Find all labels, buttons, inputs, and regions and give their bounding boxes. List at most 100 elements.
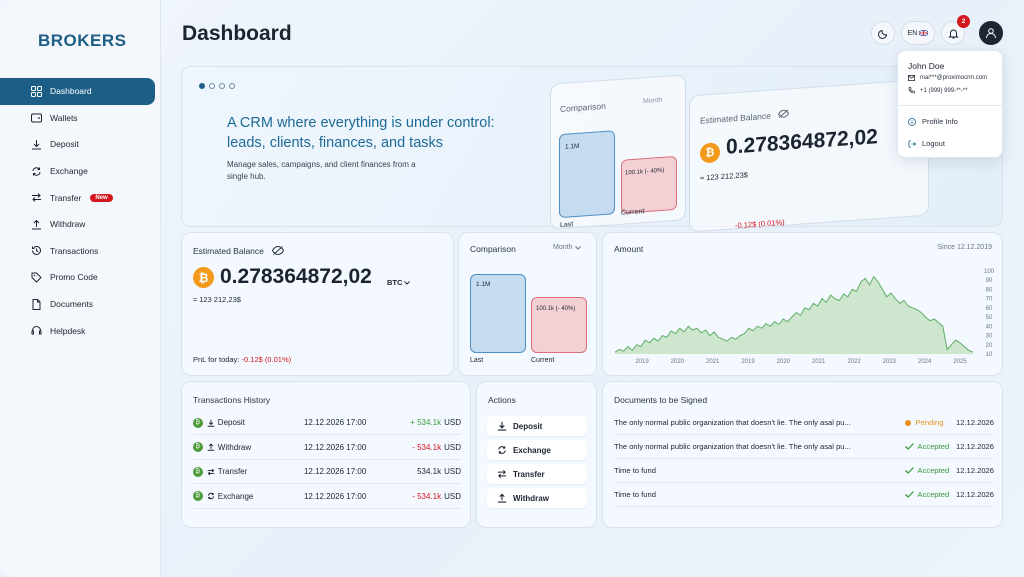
transaction-currency: USD bbox=[444, 418, 461, 427]
carousel-dots bbox=[199, 83, 235, 89]
language-selector[interactable]: EN bbox=[901, 21, 935, 45]
x-tick-label: 2020 bbox=[777, 359, 791, 365]
preview-period: Month bbox=[643, 96, 663, 106]
brand-logo: BROKERS bbox=[38, 31, 127, 50]
carousel-dot[interactable] bbox=[219, 83, 225, 89]
document-status-label: Pending bbox=[915, 418, 944, 427]
hero-comparison-preview: Comparison Month 1.1M 100.1k (- 40%) Las… bbox=[550, 74, 686, 230]
sidebar-item-transactions[interactable]: Transactions bbox=[0, 238, 155, 265]
y-tick-label: 30 bbox=[986, 334, 993, 340]
sidebar-item-label: Exchange bbox=[50, 166, 88, 177]
sidebar-item-deposit[interactable]: Deposit bbox=[0, 131, 155, 158]
currency-label: BTC bbox=[387, 278, 403, 287]
profile-info-menu-item[interactable]: Profile Info bbox=[908, 117, 958, 126]
check-icon bbox=[904, 467, 914, 474]
transaction-row[interactable]: ₿ Transfer 12.12.2026 17:00 534.1k USD bbox=[193, 460, 461, 484]
uk-flag-icon bbox=[919, 30, 929, 36]
document-row[interactable]: Time to fund Accepted 12.12.2026 bbox=[614, 483, 994, 507]
check-icon bbox=[904, 491, 914, 498]
transaction-row[interactable]: ₿ Deposit 12.12.2026 17:00 + 534.1k USD bbox=[193, 411, 461, 435]
hero-banner: A CRM where everything is under control:… bbox=[181, 66, 1003, 233]
transaction-date: 12.12.2026 17:00 bbox=[303, 491, 367, 501]
hero-balance-preview: Estimated Balance ₿ 0.278364872,02 ≈ 123… bbox=[689, 78, 929, 233]
preview-comparison-title: Comparison bbox=[560, 100, 606, 115]
eye-off-icon[interactable] bbox=[778, 109, 789, 118]
x-tick-label: 2024 bbox=[918, 359, 932, 365]
user-menu-dropdown: John Doe mai***@proximocrm.com +1 (999) … bbox=[897, 50, 1003, 158]
balance-title: Estimated Balance bbox=[193, 246, 264, 256]
document-date: 12.12.2026 bbox=[955, 418, 994, 427]
sidebar-item-transfer[interactable]: Transfer New bbox=[0, 184, 155, 211]
carousel-dot[interactable] bbox=[199, 83, 205, 89]
y-tick-label: 60 bbox=[986, 306, 993, 312]
document-row[interactable]: The only normal public organization that… bbox=[614, 435, 994, 459]
eye-off-icon[interactable] bbox=[272, 246, 284, 255]
transaction-date: 12.12.2026 17:00 bbox=[303, 442, 367, 452]
amount-card: Amount Since 12.12.2019 10 20 30 40 50 60 70 80… bbox=[602, 232, 1003, 376]
deposit-button-label: Deposit bbox=[513, 421, 543, 431]
sidebar-item-label: Promo Code bbox=[50, 272, 98, 283]
logout-menu-item[interactable]: Logout bbox=[908, 139, 945, 148]
history-icon bbox=[30, 245, 42, 257]
withdraw-button[interactable]: Withdraw bbox=[487, 488, 587, 508]
deposit-button[interactable]: Deposit bbox=[487, 416, 587, 436]
grid-icon bbox=[30, 85, 42, 97]
document-icon bbox=[30, 298, 42, 310]
documents-title: Documents to be Signed bbox=[614, 395, 708, 405]
period-selector[interactable]: Month bbox=[553, 244, 582, 251]
transaction-row[interactable]: ₿ Withdraw 12.12.2026 17:00 - 534.1k USD bbox=[193, 436, 461, 460]
sidebar-item-label: Wallets bbox=[50, 112, 78, 123]
exchange-button-label: Exchange bbox=[513, 445, 551, 455]
sidebar-item-wallets[interactable]: Wallets bbox=[0, 105, 155, 132]
balance-value: 0.278364872,02 bbox=[220, 265, 372, 288]
sidebar-item-label: Helpdesk bbox=[50, 325, 86, 336]
sidebar-item-label: Withdraw bbox=[50, 219, 86, 230]
transaction-currency: USD bbox=[444, 442, 461, 452]
transaction-amount: 534.1k bbox=[417, 467, 442, 476]
document-name: Time to fund bbox=[614, 466, 656, 475]
y-tick-label: 80 bbox=[986, 287, 993, 293]
sidebar-item-withdraw[interactable]: Withdraw bbox=[0, 211, 155, 238]
user-phone: +1 (999) 999-**-** bbox=[920, 87, 968, 94]
transaction-amount: - 534.1k bbox=[412, 442, 442, 452]
document-row[interactable]: Time to fund Accepted 12.12.2026 bbox=[614, 459, 994, 483]
exchange-icon bbox=[207, 492, 215, 500]
document-status-label: Accepted bbox=[917, 466, 950, 475]
y-tick-label: 20 bbox=[986, 343, 993, 349]
x-tick-label: 2023 bbox=[883, 359, 897, 365]
bell-icon bbox=[947, 28, 959, 39]
sidebar-item-promo-code[interactable]: Promo Code bbox=[0, 264, 155, 291]
user-avatar-button[interactable] bbox=[979, 21, 1003, 45]
preview-balance-value: 0.278364872,02 bbox=[726, 125, 878, 159]
document-status-label: Accepted bbox=[917, 442, 950, 451]
sidebar-item-label: Dashboard bbox=[50, 86, 92, 97]
exchange-button[interactable]: Exchange bbox=[487, 440, 587, 460]
amount-area-chart: 10 20 30 40 50 60 70 80 90 100 2019 2020 2021 2019 202… bbox=[614, 269, 995, 365]
divider bbox=[898, 105, 1002, 106]
sidebar-item-label: Deposit bbox=[50, 139, 79, 150]
app-window: BROKERS Dashboard Wallets Deposit Exchan… bbox=[0, 0, 1024, 577]
new-badge: New bbox=[90, 193, 113, 202]
transfer-icon bbox=[30, 192, 42, 204]
sidebar-item-dashboard[interactable]: Dashboard bbox=[0, 78, 155, 105]
currency-selector[interactable]: BTC bbox=[387, 278, 411, 287]
sidebar-item-exchange[interactable]: Exchange bbox=[0, 158, 155, 185]
hero-heading: A CRM where everything is under control:… bbox=[227, 115, 495, 151]
transfer-button[interactable]: Transfer bbox=[487, 464, 587, 484]
sidebar-item-helpdesk[interactable]: Helpdesk bbox=[0, 317, 155, 344]
theme-toggle-button[interactable] bbox=[871, 21, 895, 45]
carousel-dot[interactable] bbox=[209, 83, 215, 89]
transaction-amount: + 534.1k bbox=[410, 418, 442, 427]
logout-label: Logout bbox=[922, 139, 945, 148]
document-row[interactable]: The only normal public organization that… bbox=[614, 411, 994, 435]
document-date: 12.12.2026 bbox=[955, 466, 994, 475]
actions-card: Actions Deposit Exchange Transfer Withdr… bbox=[476, 381, 597, 528]
preview-pnl: -0.12$ (0.01%) bbox=[735, 217, 785, 231]
preview-fiat: ≈ 123 212,23$ bbox=[700, 170, 748, 183]
sidebar-item-documents[interactable]: Documents bbox=[0, 291, 155, 318]
check-icon bbox=[904, 443, 914, 450]
carousel-dot[interactable] bbox=[229, 83, 235, 89]
transaction-row[interactable]: ₿ Exchange 12.12.2026 17:00 - 534.1k USD bbox=[193, 485, 461, 509]
transfer-icon bbox=[497, 469, 507, 479]
moon-icon bbox=[877, 28, 889, 39]
